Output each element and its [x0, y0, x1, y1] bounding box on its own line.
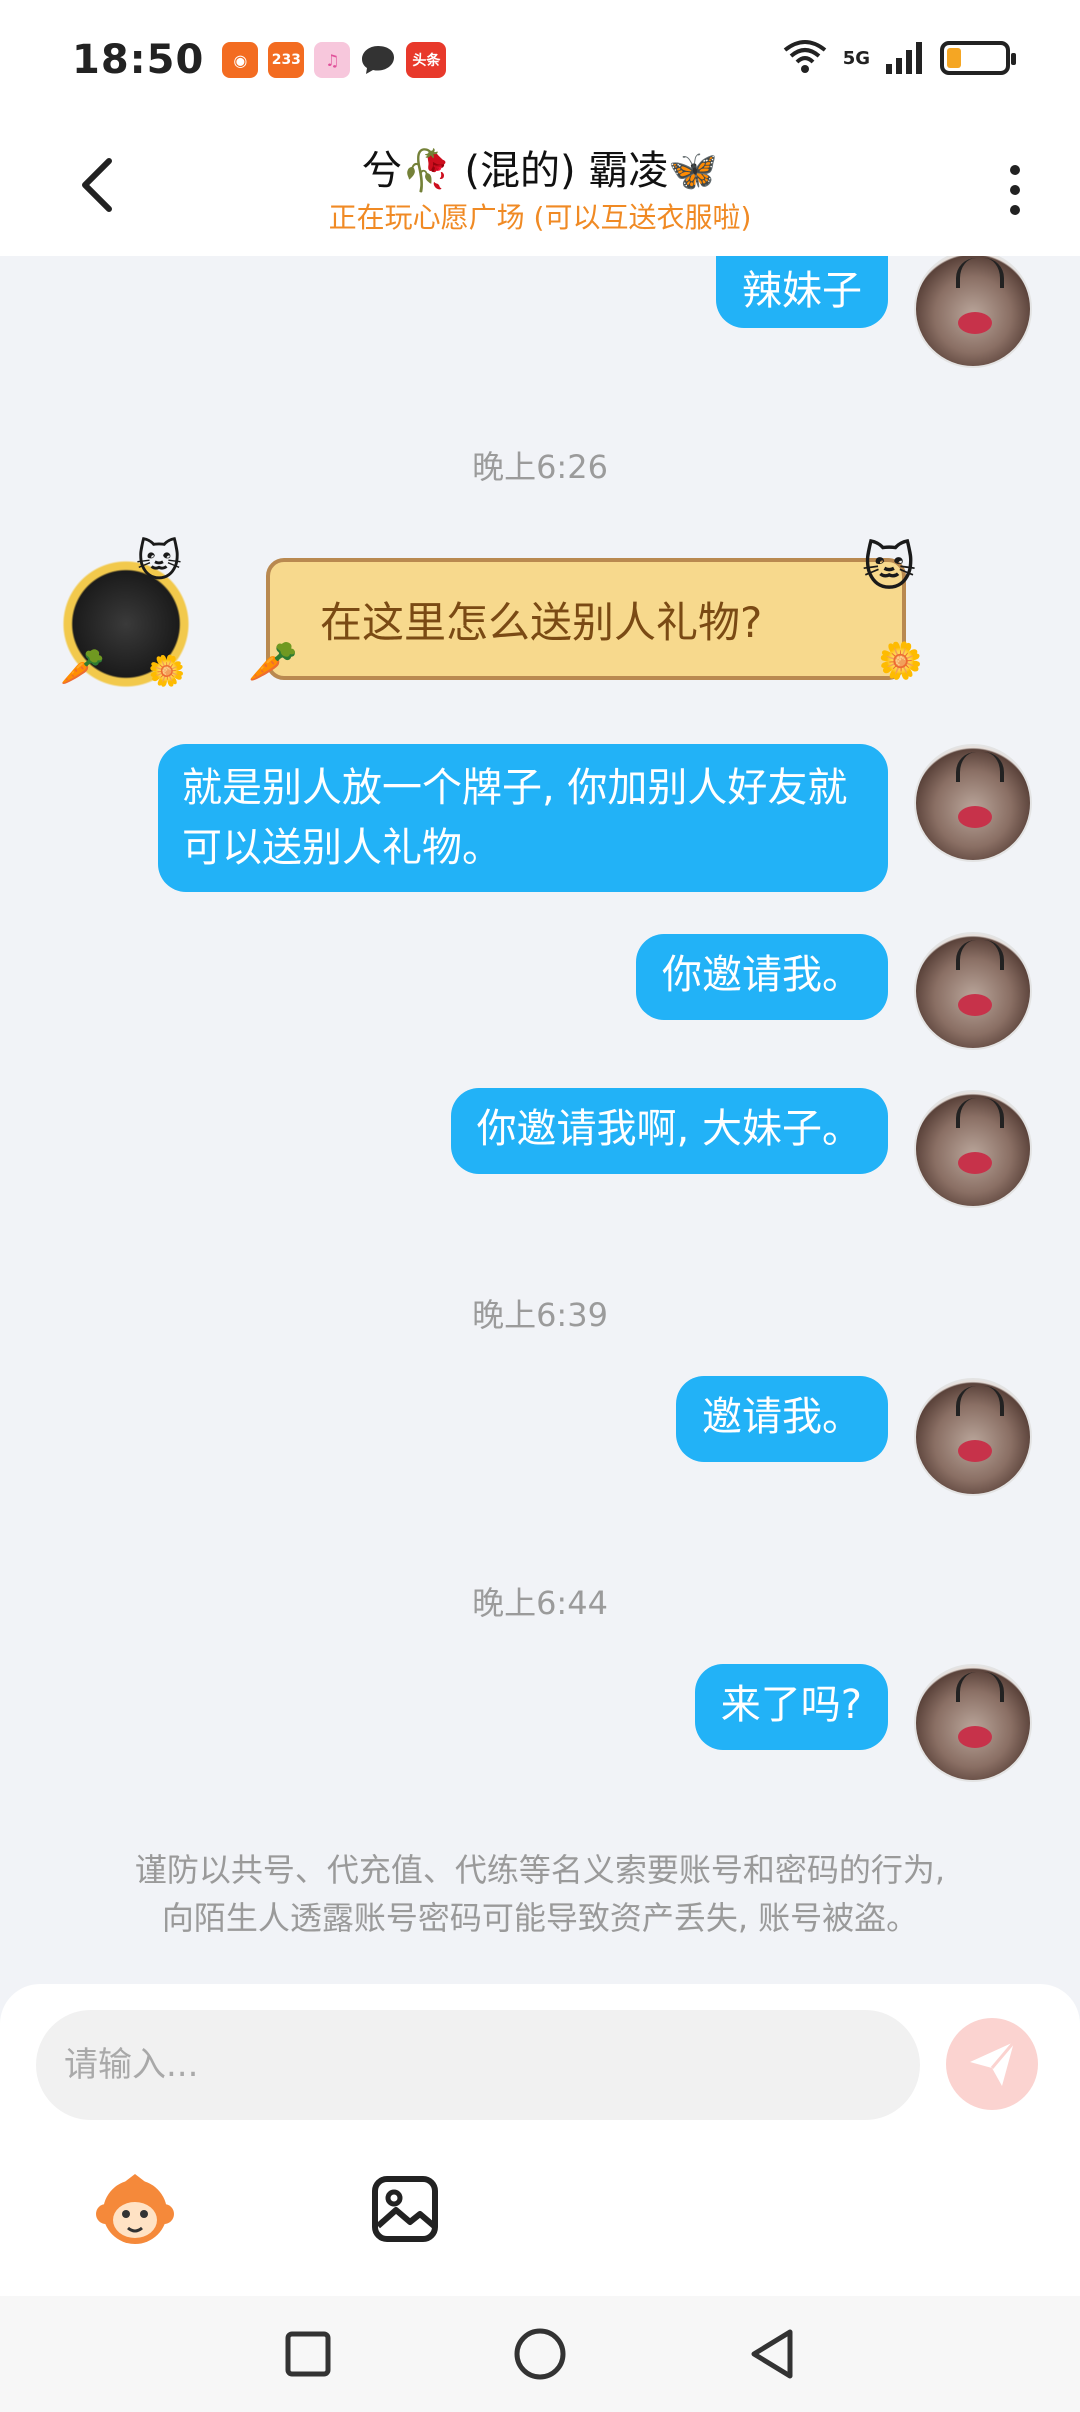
- chat-header: 兮🥀 (混的) 霸凌🦋 正在玩心愿广场 (可以互送衣服啦): [0, 120, 1080, 256]
- carrot-icon: 🥕: [60, 647, 105, 688]
- time-divider: 晚上6:39: [472, 1296, 608, 1334]
- image-button[interactable]: [360, 2164, 450, 2254]
- avatar[interactable]: [914, 1664, 1032, 1782]
- flower-icon: 🌼: [148, 654, 186, 689]
- emoji-button[interactable]: [90, 2164, 180, 2254]
- more-dot-icon: [1010, 185, 1020, 195]
- chat-subtitle[interactable]: 正在玩心愿广场 (可以互送衣服啦): [0, 196, 1080, 236]
- input-panel: [0, 1984, 1080, 2296]
- home-button[interactable]: [504, 2318, 576, 2390]
- app-233-icon: 233: [268, 42, 305, 78]
- avatar[interactable]: [914, 256, 1032, 368]
- message-icon: [360, 42, 396, 78]
- message-bubble-outgoing[interactable]: 你邀请我。: [636, 934, 888, 1020]
- monkey-avatar-icon: [96, 2174, 174, 2244]
- message-list[interactable]: 辣妹子 晚上6:26 🥕 🌼 🐱 在这里怎么送别人礼物? 🥕 🐱 🌼 就是别人放…: [0, 256, 1080, 1984]
- square-icon: [285, 2331, 331, 2377]
- more-dot-icon: [1010, 205, 1020, 215]
- battery-level: [947, 48, 961, 68]
- back-nav-button[interactable]: [736, 2318, 808, 2390]
- flower-icon: 🌼: [878, 641, 923, 682]
- chat-title: 兮🥀 (混的) 霸凌🦋: [361, 148, 719, 194]
- message-bubble-outgoing[interactable]: 邀请我。: [676, 1376, 888, 1462]
- message-bubble-outgoing[interactable]: 辣妹子: [716, 256, 888, 328]
- carrot-icon: 🥕: [248, 639, 298, 685]
- status-time: 18:50: [72, 37, 205, 83]
- circle-icon: [514, 2328, 566, 2380]
- network-label: 5G: [842, 47, 870, 69]
- status-bar: 18:50 ◉ 233 ♫ 头条 5G: [0, 0, 1080, 120]
- send-button[interactable]: [946, 2018, 1038, 2110]
- send-icon: [970, 2041, 1016, 2086]
- avatar[interactable]: [914, 744, 1032, 862]
- warning-line: 谨防以共号、代充值、代练等名义索要账号和密码的行为,: [134, 1851, 946, 1889]
- wifi-icon: [781, 38, 829, 78]
- avatar[interactable]: [914, 1090, 1032, 1208]
- app-icon: ◉: [222, 42, 259, 78]
- status-right: 5G: [781, 38, 1016, 78]
- triangle-back-icon: [751, 2329, 793, 2379]
- music-icon: ♫: [314, 42, 351, 78]
- system-nav-bar: [0, 2296, 1080, 2412]
- message-bubble-outgoing[interactable]: 就是别人放一个牌子, 你加别人好友就可以送别人礼物。: [158, 744, 888, 892]
- image-icon: [372, 2176, 438, 2242]
- warning-line: 向陌生人透露账号密码可能导致资产丢失, 账号被盗。: [161, 1899, 919, 1937]
- recent-apps-button[interactable]: [272, 2318, 344, 2390]
- message-bubble-outgoing[interactable]: 你邀请我啊, 大妹子。: [450, 1088, 888, 1174]
- time-divider: 晚上6:44: [472, 1584, 608, 1622]
- security-warning: 谨防以共号、代充值、代练等名义索要账号和密码的行为, 向陌生人透露账号密码可能导…: [60, 1846, 1020, 1942]
- more-options-button[interactable]: [990, 150, 1040, 230]
- cat-icon: 🐱: [862, 538, 917, 598]
- message-bubble-outgoing[interactable]: 来了吗?: [694, 1664, 888, 1750]
- time-divider: 晚上6:26: [472, 448, 608, 486]
- avatar[interactable]: [914, 1378, 1032, 1496]
- battery-icon: [940, 41, 1016, 75]
- toutiao-icon: 头条: [406, 42, 447, 78]
- message-bubble-incoming[interactable]: 在这里怎么送别人礼物?: [266, 558, 906, 680]
- message-input[interactable]: [36, 2010, 920, 2120]
- message-text: 在这里怎么送别人礼物?: [320, 597, 763, 647]
- avatar[interactable]: [914, 932, 1032, 1050]
- signal-icon: [884, 38, 926, 78]
- cat-icon: 🐱: [136, 536, 182, 587]
- more-dot-icon: [1010, 165, 1020, 175]
